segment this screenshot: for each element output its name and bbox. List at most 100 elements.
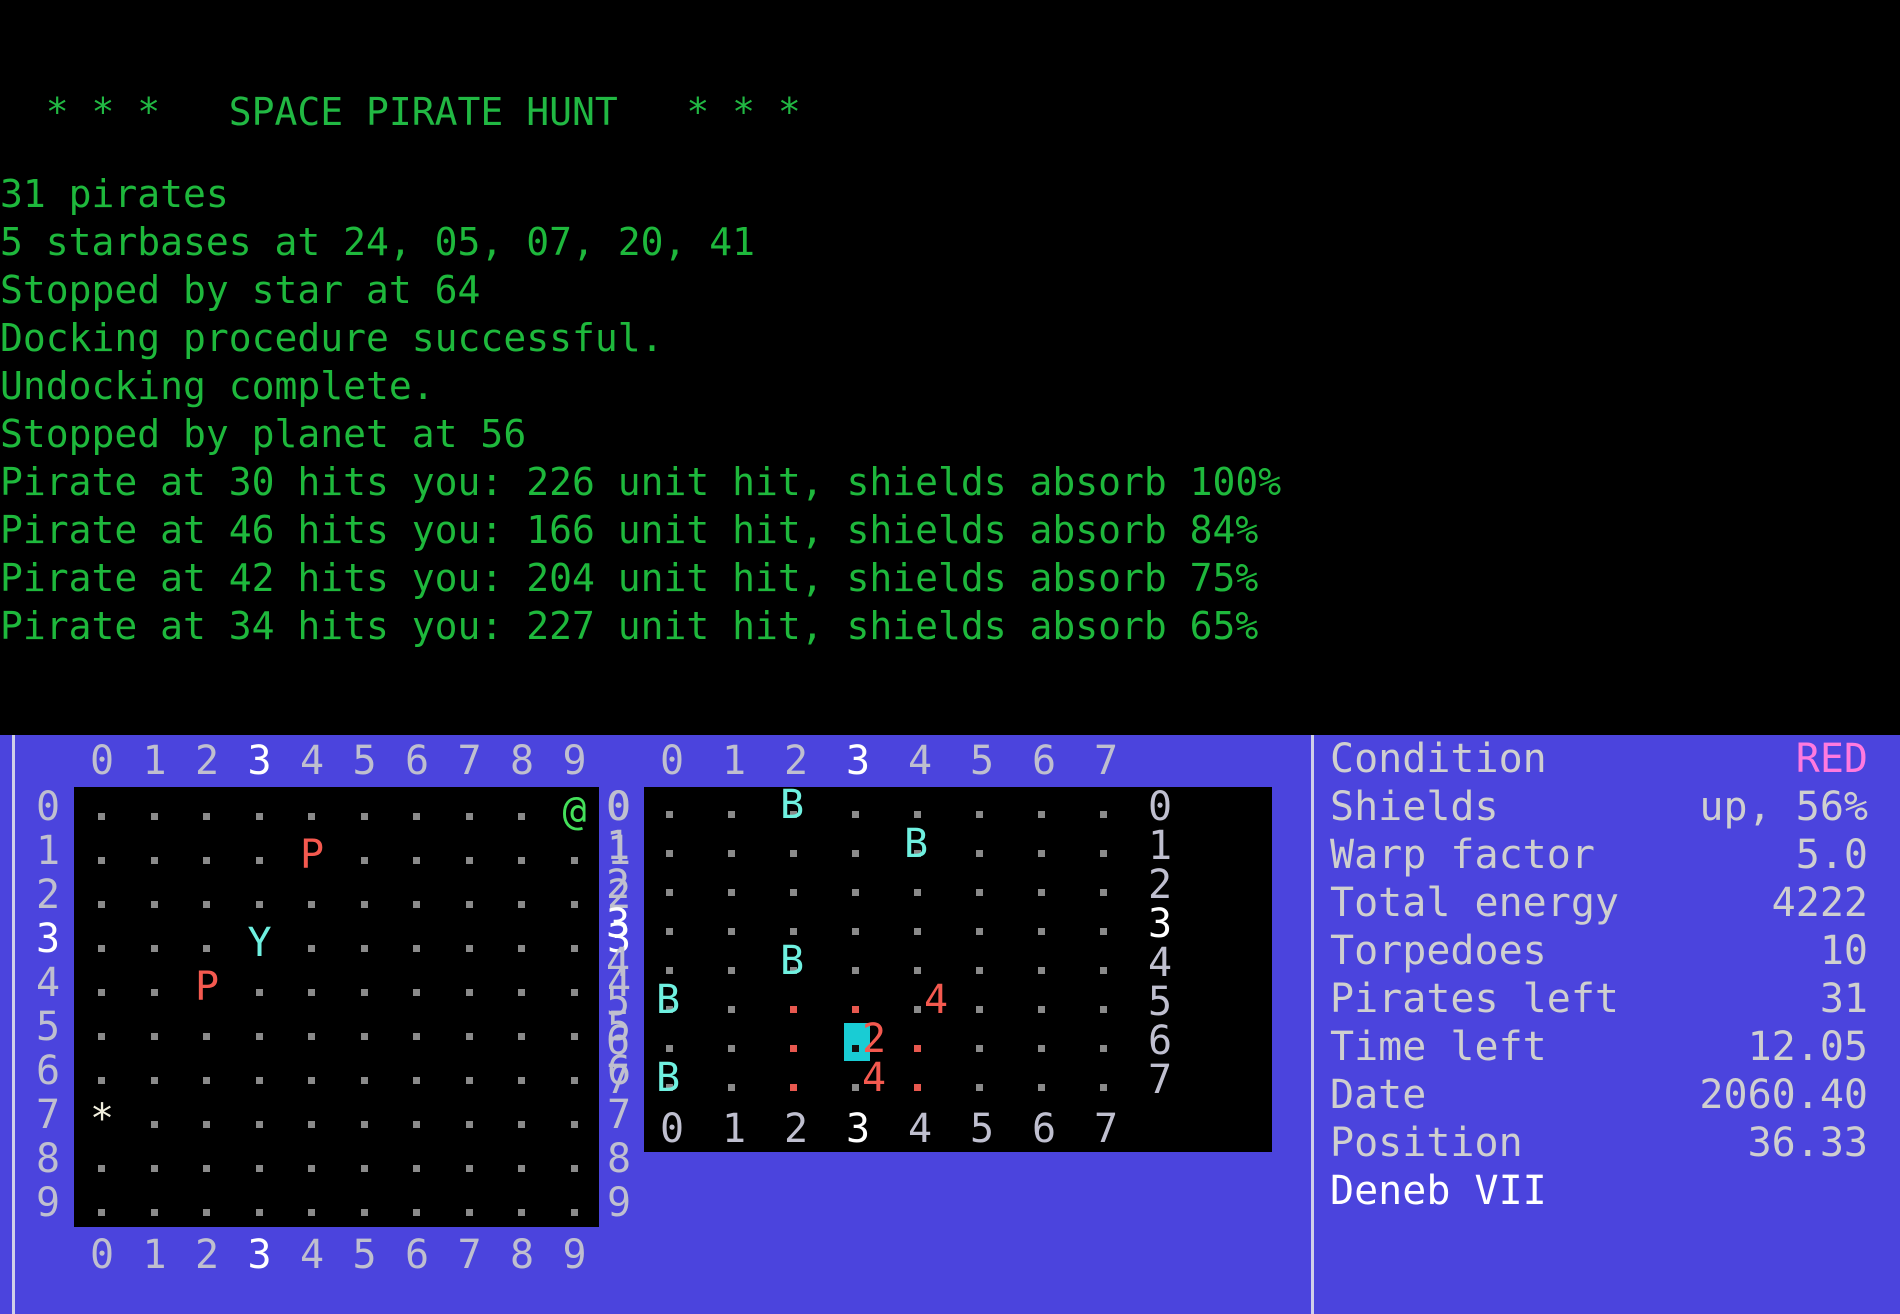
sector-empty-cell[interactable] xyxy=(852,889,859,896)
galaxy-empty-cell[interactable] xyxy=(255,1033,263,1040)
galaxy-empty-cell[interactable] xyxy=(98,1033,105,1040)
galaxy-empty-cell[interactable] xyxy=(98,901,105,908)
sector-empty-cell[interactable] xyxy=(914,967,921,974)
galaxy-empty-cell[interactable] xyxy=(255,1121,263,1128)
sector-pirate-dot[interactable] xyxy=(914,1045,921,1052)
sector-empty-cell[interactable] xyxy=(1100,928,1107,935)
sector-empty-cell[interactable] xyxy=(852,850,859,857)
sector-empty-cell[interactable] xyxy=(914,889,921,896)
galaxy-empty-cell[interactable] xyxy=(413,989,420,996)
sector-empty-cell[interactable] xyxy=(1038,1045,1045,1052)
galaxy-empty-cell[interactable] xyxy=(413,1033,420,1040)
galaxy-empty-cell[interactable] xyxy=(570,1033,578,1040)
galaxy-map-board[interactable]: @ P Y P * xyxy=(74,787,599,1227)
galaxy-empty-cell[interactable] xyxy=(570,1077,578,1084)
galaxy-empty-cell[interactable] xyxy=(465,1077,473,1084)
sector-pirate-dot[interactable] xyxy=(790,1045,797,1052)
sector-empty-cell[interactable] xyxy=(728,967,735,974)
galaxy-empty-cell[interactable] xyxy=(203,1209,210,1216)
galaxy-empty-cell[interactable] xyxy=(150,1121,158,1128)
galaxy-empty-cell[interactable] xyxy=(255,1165,263,1172)
galaxy-empty-cell[interactable] xyxy=(98,1165,105,1172)
sector-pirate-dot[interactable] xyxy=(914,1084,921,1091)
sector-empty-cell[interactable] xyxy=(914,1006,921,1013)
galaxy-empty-cell[interactable] xyxy=(98,813,105,820)
galaxy-pirate-marker[interactable]: P xyxy=(300,833,324,877)
sector-empty-cell[interactable] xyxy=(976,850,983,857)
galaxy-empty-cell[interactable] xyxy=(413,1165,420,1172)
galaxy-empty-cell[interactable] xyxy=(203,813,210,820)
sector-empty-cell[interactable] xyxy=(1038,1084,1045,1091)
galaxy-empty-cell[interactable] xyxy=(308,1121,315,1128)
galaxy-empty-cell[interactable] xyxy=(570,989,578,996)
sector-starbase-marker[interactable]: B xyxy=(656,1056,680,1100)
galaxy-empty-cell[interactable] xyxy=(570,1121,578,1128)
galaxy-empty-cell[interactable] xyxy=(413,901,420,908)
sector-empty-cell[interactable] xyxy=(914,928,921,935)
sector-empty-cell[interactable] xyxy=(728,811,735,818)
galaxy-pirate-marker[interactable]: P xyxy=(195,965,219,1009)
sector-empty-cell[interactable] xyxy=(976,889,983,896)
galaxy-empty-cell[interactable] xyxy=(203,901,210,908)
sector-starbase-marker[interactable]: B xyxy=(780,783,804,827)
galaxy-empty-cell[interactable] xyxy=(255,901,263,908)
galaxy-empty-cell[interactable] xyxy=(203,1077,210,1084)
sector-empty-cell[interactable] xyxy=(976,811,983,818)
galaxy-empty-cell[interactable] xyxy=(98,1077,105,1084)
sector-starbase-marker[interactable]: B xyxy=(780,939,804,983)
sector-empty-cell[interactable] xyxy=(1038,850,1045,857)
galaxy-empty-cell[interactable] xyxy=(360,1077,368,1084)
sector-empty-cell[interactable] xyxy=(852,811,859,818)
galaxy-empty-cell[interactable] xyxy=(518,901,525,908)
galaxy-empty-cell[interactable] xyxy=(308,989,315,996)
sector-empty-cell[interactable] xyxy=(728,850,735,857)
galaxy-map-container[interactable]: @ P Y P * BBBBB424 0123456789012345678901234… xyxy=(16,735,1306,1314)
sector-pirate-count-marker[interactable]: 4 xyxy=(924,978,948,1022)
sector-empty-cell[interactable] xyxy=(728,928,735,935)
sector-empty-cell[interactable] xyxy=(1100,889,1107,896)
sector-pirate-dot[interactable] xyxy=(790,1006,797,1013)
sector-empty-cell[interactable] xyxy=(1100,811,1107,818)
galaxy-empty-cell[interactable] xyxy=(203,1165,210,1172)
galaxy-empty-cell[interactable] xyxy=(150,857,158,864)
galaxy-empty-cell[interactable] xyxy=(518,1209,525,1216)
galaxy-empty-cell[interactable] xyxy=(98,1209,105,1216)
galaxy-empty-cell[interactable] xyxy=(518,1077,525,1084)
sector-empty-cell[interactable] xyxy=(790,889,797,896)
sector-empty-cell[interactable] xyxy=(666,850,673,857)
sector-starbase-marker[interactable]: B xyxy=(656,978,680,1022)
galaxy-empty-cell[interactable] xyxy=(360,1165,368,1172)
galaxy-empty-cell[interactable] xyxy=(255,813,263,820)
galaxy-empty-cell[interactable] xyxy=(465,945,473,952)
galaxy-empty-cell[interactable] xyxy=(150,945,158,952)
galaxy-star-marker[interactable]: * xyxy=(90,1097,114,1141)
sector-pirate-count-marker[interactable]: 4 xyxy=(862,1056,886,1100)
sector-empty-cell[interactable] xyxy=(1100,1084,1107,1091)
galaxy-empty-cell[interactable] xyxy=(360,1209,368,1216)
galaxy-empty-cell[interactable] xyxy=(98,989,105,996)
galaxy-empty-cell[interactable] xyxy=(308,1033,315,1040)
galaxy-empty-cell[interactable] xyxy=(570,1165,578,1172)
galaxy-empty-cell[interactable] xyxy=(360,901,368,908)
sector-empty-cell[interactable] xyxy=(666,1045,673,1052)
galaxy-empty-cell[interactable] xyxy=(308,1209,315,1216)
galaxy-empty-cell[interactable] xyxy=(255,857,263,864)
galaxy-empty-cell[interactable] xyxy=(518,857,525,864)
galaxy-empty-cell[interactable] xyxy=(465,1165,473,1172)
galaxy-empty-cell[interactable] xyxy=(203,1121,210,1128)
galaxy-empty-cell[interactable] xyxy=(308,1165,315,1172)
sector-empty-cell[interactable] xyxy=(728,1084,735,1091)
sector-pirate-dot[interactable] xyxy=(790,1084,797,1091)
sector-empty-cell[interactable] xyxy=(666,811,673,818)
galaxy-empty-cell[interactable] xyxy=(360,989,368,996)
galaxy-empty-cell[interactable] xyxy=(255,1209,263,1216)
galaxy-empty-cell[interactable] xyxy=(150,989,158,996)
galaxy-empty-cell[interactable] xyxy=(465,901,473,908)
galaxy-empty-cell[interactable] xyxy=(150,813,158,820)
galaxy-empty-cell[interactable] xyxy=(465,1209,473,1216)
galaxy-player-ship-marker[interactable]: @ xyxy=(563,789,587,833)
sector-pirate-dot[interactable] xyxy=(852,1006,859,1013)
galaxy-empty-cell[interactable] xyxy=(518,989,525,996)
sector-empty-cell[interactable] xyxy=(976,1084,983,1091)
sector-empty-cell[interactable] xyxy=(976,1045,983,1052)
